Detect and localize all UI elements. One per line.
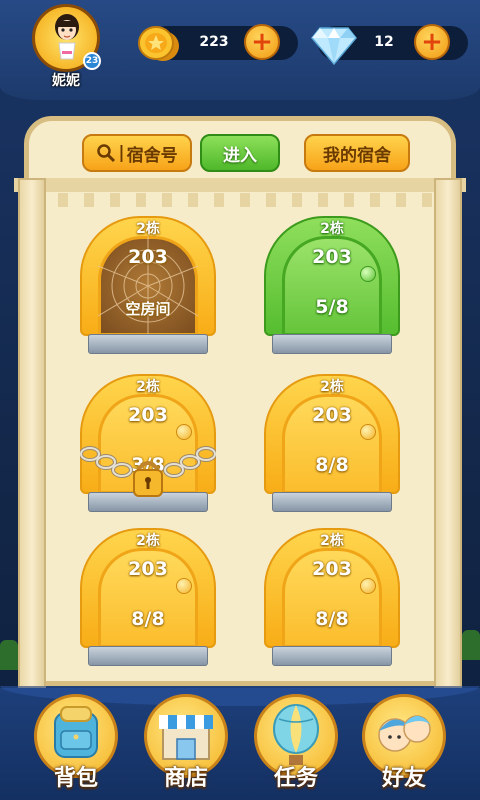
dorm-door-6[interactable]: 2栋 203 8/8 bbox=[264, 528, 400, 668]
left-pillar bbox=[18, 178, 46, 688]
room-number: 203 bbox=[312, 558, 352, 580]
user-name: 妮妮 bbox=[52, 73, 80, 89]
my-dorm-button[interactable]: 我的宿舍 bbox=[304, 134, 410, 172]
occupancy-label: 8/8 bbox=[315, 608, 349, 630]
nav-bag-label: 背包 bbox=[53, 766, 98, 791]
coin-count: 223 bbox=[199, 34, 229, 50]
door-step bbox=[272, 492, 392, 512]
dorm-door-3[interactable]: 2栋 203 3/8 bbox=[80, 374, 216, 514]
door-step bbox=[272, 334, 392, 354]
building-label: 2栋 bbox=[320, 221, 344, 237]
building-label: 2栋 bbox=[136, 221, 160, 237]
cornice-tooth bbox=[110, 193, 120, 207]
level-badge: 23 bbox=[83, 52, 101, 70]
door-step bbox=[272, 646, 392, 666]
door-knob bbox=[360, 578, 376, 594]
cornice-tooth bbox=[188, 193, 198, 207]
right-pillar bbox=[434, 178, 462, 688]
door-knob bbox=[360, 424, 376, 440]
diamond-icon bbox=[311, 27, 357, 66]
room-number: 203 bbox=[128, 246, 168, 268]
bush-right bbox=[462, 630, 480, 660]
nav-task-label: 任务 bbox=[273, 766, 318, 791]
building-label: 2栋 bbox=[136, 379, 160, 395]
cornice-tooth bbox=[136, 193, 146, 207]
search-cursor: | bbox=[118, 143, 125, 163]
room-number: 203 bbox=[312, 246, 352, 268]
cornice-tooth bbox=[84, 193, 94, 207]
avatar-character-icon bbox=[55, 14, 79, 60]
cornice-tooth bbox=[266, 193, 276, 207]
cornice-tooth bbox=[370, 193, 380, 207]
nav-friends-label: 好友 bbox=[381, 766, 426, 791]
nav-shop-label: 商店 bbox=[163, 766, 208, 791]
coin-icon bbox=[138, 26, 179, 61]
bush-left bbox=[0, 640, 18, 670]
dorm-door-5[interactable]: 2栋 203 8/8 bbox=[80, 528, 216, 668]
dorm-door-4[interactable]: 2栋 203 8/8 bbox=[264, 374, 400, 514]
cornice-tooth bbox=[240, 193, 250, 207]
door-knob bbox=[360, 266, 376, 282]
cornice-tooth bbox=[422, 193, 432, 207]
chain-lock-icon bbox=[80, 446, 216, 497]
board-cornice bbox=[14, 178, 466, 192]
add-coins-button[interactable]: + bbox=[244, 24, 280, 60]
cornice-tooth bbox=[292, 193, 302, 207]
room-number: 203 bbox=[128, 558, 168, 580]
building-label: 2栋 bbox=[136, 533, 160, 549]
dorm-door-2[interactable]: 2栋 203 5/8 bbox=[264, 216, 400, 356]
building-label: 2栋 bbox=[320, 379, 344, 395]
door-step bbox=[88, 334, 208, 354]
door-knob bbox=[176, 578, 192, 594]
occupancy-label: 8/8 bbox=[131, 608, 165, 630]
cornice-tooth bbox=[214, 193, 224, 207]
door-step bbox=[88, 646, 208, 666]
cornice-tooth bbox=[162, 193, 172, 207]
room-number: 203 bbox=[312, 404, 352, 426]
dorm-door-1[interactable]: 2栋 203 空房间 bbox=[80, 216, 216, 356]
search-label: 宿舍号 bbox=[126, 145, 178, 166]
cornice-tooth bbox=[318, 193, 328, 207]
room-number: 203 bbox=[128, 404, 168, 426]
enter-button[interactable]: 进入 bbox=[200, 134, 280, 172]
cornice-tooth bbox=[344, 193, 354, 207]
add-gems-button[interactable]: + bbox=[414, 24, 450, 60]
cornice-tooth bbox=[396, 193, 406, 207]
search-icon bbox=[97, 144, 116, 163]
cornice-tooth bbox=[58, 193, 68, 207]
occupancy-label: 8/8 bbox=[315, 454, 349, 476]
gem-count: 12 bbox=[374, 34, 394, 50]
occupancy-label: 5/8 bbox=[315, 296, 349, 318]
building-label: 2栋 bbox=[320, 533, 344, 549]
empty-room-label: 空房间 bbox=[125, 300, 171, 318]
search-dorm-button[interactable]: | 宿舍号 bbox=[82, 134, 192, 172]
